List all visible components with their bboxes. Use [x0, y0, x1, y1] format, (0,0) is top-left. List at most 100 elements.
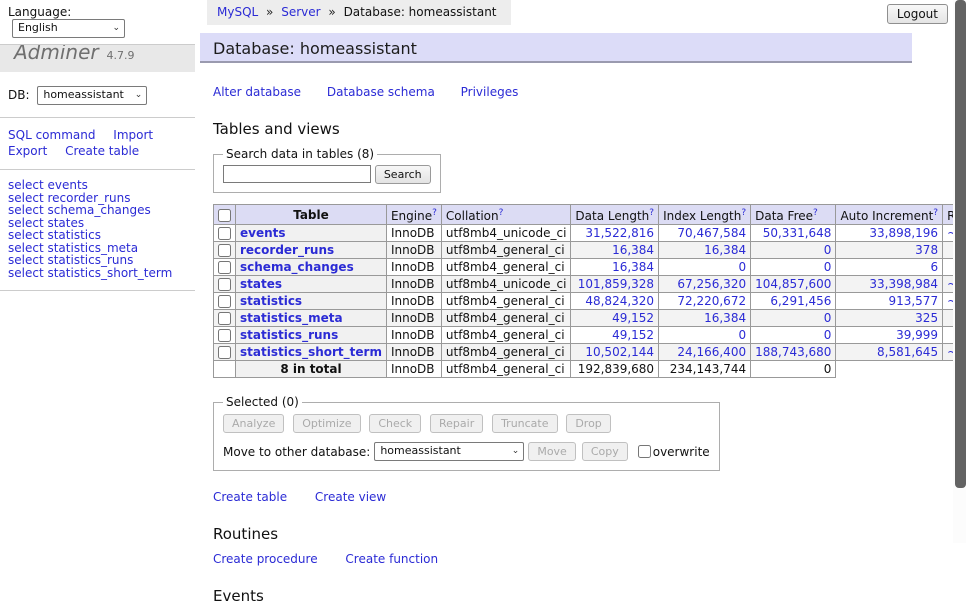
move-database-select[interactable]: homeassistant ⌄	[374, 442, 524, 461]
data-length-cell[interactable]: 10,502,144	[571, 344, 659, 361]
breadcrumb-link-server[interactable]: Server	[281, 5, 320, 19]
check-button[interactable]: Check	[369, 414, 421, 433]
create-view-link[interactable]: Create view	[315, 490, 386, 504]
index-length-cell[interactable]: 67,256,320	[659, 276, 751, 293]
auto-increment-cell[interactable]: 913,577	[836, 293, 943, 310]
data-free-cell[interactable]: 0	[751, 327, 836, 344]
select-all-checkbox[interactable]	[218, 209, 231, 222]
data-length-cell[interactable]: 49,152	[571, 327, 659, 344]
table-name-link[interactable]: states	[240, 277, 282, 291]
move-button[interactable]: Move	[528, 442, 576, 461]
logout-button[interactable]: Logout	[887, 4, 948, 24]
index-length-cell[interactable]: 16,384	[659, 310, 751, 327]
auto-increment-cell[interactable]: 39,999	[836, 327, 943, 344]
engine-cell: InnoDB	[386, 327, 441, 344]
language-select[interactable]: English ⌄	[12, 19, 125, 38]
auto-increment-cell[interactable]: 33,398,984	[836, 276, 943, 293]
data-length-cell[interactable]: 101,859,328	[571, 276, 659, 293]
engine-cell: InnoDB	[386, 242, 441, 259]
auto-increment-cell[interactable]: 8,581,645	[836, 344, 943, 361]
row-checkbox[interactable]	[218, 261, 231, 274]
index-length-cell[interactable]: 70,467,584	[659, 225, 751, 242]
breadcrumb-link-mysql[interactable]: MySQL	[217, 5, 258, 19]
data-free-cell[interactable]: 188,743,680	[751, 344, 836, 361]
optimize-button[interactable]: Optimize	[293, 414, 360, 433]
help-icon[interactable]: ?	[933, 208, 938, 218]
copy-button[interactable]: Copy	[582, 442, 628, 461]
create-procedure-link[interactable]: Create procedure	[213, 552, 318, 566]
row-checkbox[interactable]	[218, 295, 231, 308]
index-length-cell[interactable]: 0	[659, 327, 751, 344]
sidebar-table-link[interactable]: select statistics_short_term	[8, 267, 187, 280]
row-select-cell	[214, 310, 236, 327]
data-length-cell[interactable]: 48,824,320	[571, 293, 659, 310]
alter-database-link[interactable]: Alter database	[213, 85, 301, 99]
sidebar-link-import[interactable]: Import	[113, 128, 153, 142]
collation-cell: utf8mb4_general_ci	[441, 242, 571, 259]
analyze-button[interactable]: Analyze	[223, 414, 284, 433]
row-checkbox[interactable]	[218, 346, 231, 359]
repair-button[interactable]: Repair	[430, 414, 483, 433]
row-checkbox[interactable]	[218, 312, 231, 325]
index-length-cell[interactable]: 16,384	[659, 242, 751, 259]
table-name-link[interactable]: events	[240, 226, 286, 240]
sidebar-table-link[interactable]: select events	[8, 179, 187, 192]
truncate-button[interactable]: Truncate	[492, 414, 557, 433]
data-length-cell[interactable]: 16,384	[571, 259, 659, 276]
help-icon[interactable]: ?	[499, 208, 504, 218]
sidebar-link-export[interactable]: Export	[8, 144, 47, 158]
index-length-cell[interactable]: 72,220,672	[659, 293, 751, 310]
row-checkbox[interactable]	[218, 278, 231, 291]
total-row: 8 in total InnoDB utf8mb4_general_ci 192…	[214, 361, 966, 378]
auto-increment-cell[interactable]: 33,898,196	[836, 225, 943, 242]
sidebar-table-link[interactable]: select statistics	[8, 229, 187, 242]
row-checkbox[interactable]	[218, 329, 231, 342]
data-free-cell[interactable]: 0	[751, 259, 836, 276]
table-name-link[interactable]: schema_changes	[240, 260, 354, 274]
privileges-link[interactable]: Privileges	[461, 85, 519, 99]
search-input[interactable]	[223, 165, 371, 183]
auto-increment-cell[interactable]: 325	[836, 310, 943, 327]
database-schema-link[interactable]: Database schema	[327, 85, 435, 99]
table-name-link[interactable]: statistics_runs	[240, 328, 338, 342]
help-icon[interactable]: ?	[741, 208, 746, 218]
db-select[interactable]: homeassistant ⌄	[37, 86, 147, 105]
table-name-link[interactable]: recorder_runs	[240, 243, 334, 257]
create-table-link[interactable]: Create table	[213, 490, 287, 504]
auto-increment-cell[interactable]: 6	[836, 259, 943, 276]
data-length-cell[interactable]: 31,522,816	[571, 225, 659, 242]
data-free-cell[interactable]: 104,857,600	[751, 276, 836, 293]
create-function-link[interactable]: Create function	[345, 552, 438, 566]
row-checkbox[interactable]	[218, 244, 231, 257]
help-icon[interactable]: ?	[432, 208, 437, 218]
search-button[interactable]: Search	[375, 165, 431, 184]
sidebar-link-sql-command[interactable]: SQL command	[8, 128, 95, 142]
table-name-link[interactable]: statistics	[240, 294, 302, 308]
data-length-cell[interactable]: 16,384	[571, 242, 659, 259]
row-checkbox[interactable]	[218, 227, 231, 240]
table-row: statistics_short_termInnoDButf8mb4_gener…	[214, 344, 966, 361]
help-icon[interactable]: ?	[813, 208, 818, 218]
data-length-cell[interactable]: 49,152	[571, 310, 659, 327]
overwrite-checkbox[interactable]	[638, 445, 651, 458]
index-length-cell[interactable]: 24,166,400	[659, 344, 751, 361]
data-free-cell[interactable]: 0	[751, 310, 836, 327]
auto-increment-cell[interactable]: 378	[836, 242, 943, 259]
drop-button[interactable]: Drop	[566, 414, 610, 433]
data-free-cell[interactable]: 50,331,648	[751, 225, 836, 242]
scrollbar-thumb[interactable]	[955, 0, 966, 488]
index-length-cell[interactable]: 0	[659, 259, 751, 276]
help-icon[interactable]: ?	[649, 208, 654, 218]
collation-cell: utf8mb4_general_ci	[441, 259, 571, 276]
data-free-cell[interactable]: 0	[751, 242, 836, 259]
column-header-collation: Collation?	[441, 205, 571, 225]
table-name-link[interactable]: statistics_short_term	[240, 345, 382, 359]
sidebar-table-link[interactable]: select schema_changes	[8, 204, 187, 217]
engine-cell: InnoDB	[386, 225, 441, 242]
search-legend: Search data in tables (8)	[223, 147, 377, 161]
table-name-link[interactable]: statistics_meta	[240, 311, 343, 325]
sidebar-table-link[interactable]: select statistics_runs	[8, 254, 187, 267]
sidebar-link-create-table[interactable]: Create table	[65, 144, 139, 158]
data-free-cell[interactable]: 6,291,456	[751, 293, 836, 310]
scrollbar-track[interactable]	[953, 0, 966, 543]
